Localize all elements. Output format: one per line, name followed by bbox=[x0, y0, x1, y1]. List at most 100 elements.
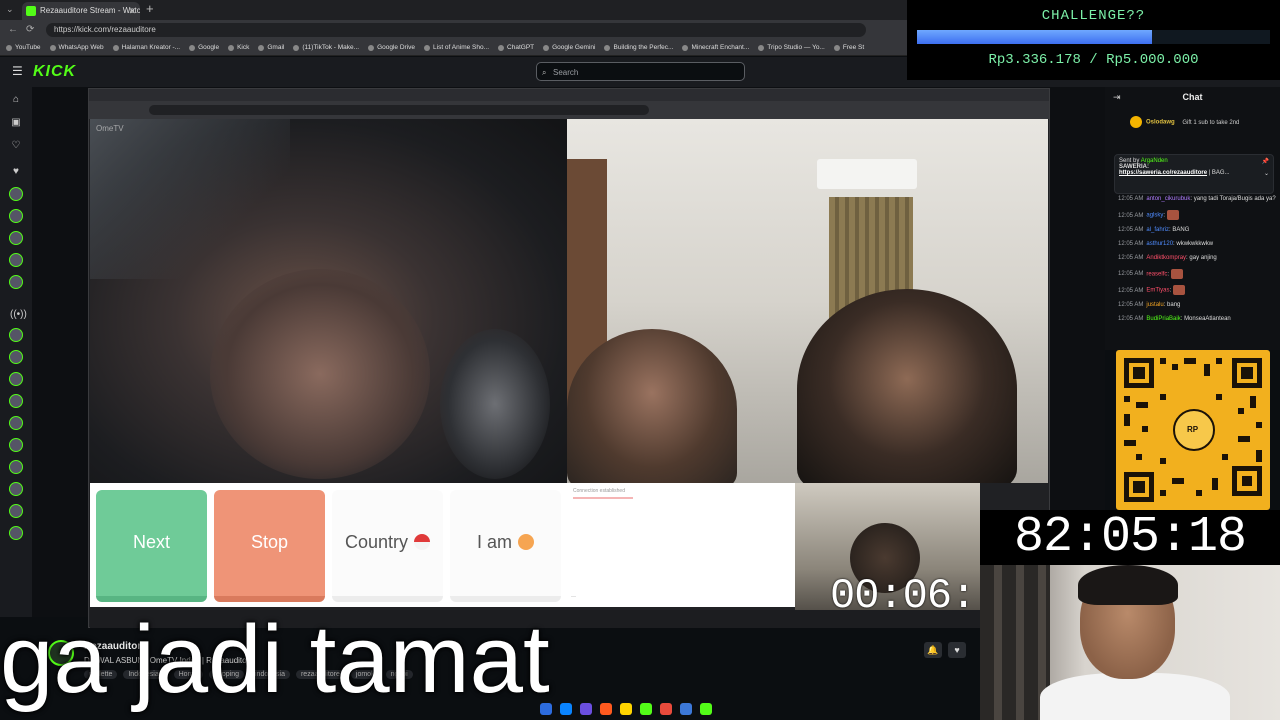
recommended-channel-avatar[interactable] bbox=[9, 482, 23, 496]
followed-channel-avatar[interactable] bbox=[9, 187, 23, 201]
chat-username[interactable]: reaselfc bbox=[1146, 271, 1167, 277]
kick-logo[interactable]: KICK bbox=[33, 63, 76, 81]
chat-username[interactable]: EmTiyas bbox=[1146, 288, 1169, 294]
windows-start-icon[interactable] bbox=[540, 703, 552, 715]
chat-username[interactable]: BudiPriaBaik bbox=[1146, 316, 1180, 322]
bookmark-item[interactable]: List of Anime Sho... bbox=[424, 44, 489, 51]
kick-app-icon[interactable] bbox=[640, 703, 652, 715]
gender-button[interactable]: I am bbox=[450, 490, 561, 602]
bookmark-item[interactable]: Kick bbox=[228, 44, 249, 51]
expand-pinned-icon[interactable]: ⌄ bbox=[1264, 170, 1269, 177]
files-icon[interactable] bbox=[620, 703, 632, 715]
streamer-facecam bbox=[980, 565, 1280, 720]
chat-text: MonseaAtlantean bbox=[1184, 315, 1231, 322]
edge-icon[interactable] bbox=[560, 703, 572, 715]
country-label: Country bbox=[344, 532, 409, 552]
pinned-message: Sent by ArgaNden 📌 SAWERIA: https://sawe… bbox=[1114, 154, 1274, 194]
gift-user[interactable]: Oslodawg bbox=[1146, 120, 1175, 126]
recommended-channel-avatar[interactable] bbox=[9, 460, 23, 474]
bookmark-item[interactable]: Google bbox=[189, 44, 219, 51]
bookmark-item[interactable]: Google Drive bbox=[368, 44, 415, 51]
bookmark-item[interactable]: Minecraft Enchant... bbox=[682, 44, 749, 51]
bookmark-item[interactable]: Free St bbox=[833, 44, 864, 51]
chat-username[interactable]: anton_cikurubuk bbox=[1146, 196, 1190, 202]
chat-username[interactable]: al_fahriz bbox=[1146, 227, 1169, 233]
chat-message: 12:05 AM aglsky: bbox=[1118, 210, 1276, 220]
recommended-channel-avatar[interactable] bbox=[9, 372, 23, 386]
indonesia-flag-icon bbox=[414, 534, 431, 550]
browse-icon[interactable]: ▣ bbox=[10, 117, 22, 129]
chat-username[interactable]: Andiktkompray bbox=[1146, 255, 1186, 261]
recommended-channel-avatar[interactable] bbox=[9, 504, 23, 518]
pin-icon[interactable]: 📌 bbox=[1262, 158, 1269, 165]
gift-banner: Oslodawg Gift 1 sub to take 2nd bbox=[1130, 116, 1275, 140]
chat-username[interactable]: asthur120 bbox=[1146, 241, 1173, 247]
chat-text: BANG bbox=[1172, 226, 1190, 233]
close-tab-icon[interactable]: ✕ bbox=[128, 2, 136, 20]
chat-message: 12:05 AM EmTiyas: bbox=[1118, 285, 1276, 296]
url-field[interactable]: https://kick.com/rezaauditore bbox=[46, 23, 866, 37]
followed-channel-avatar[interactable] bbox=[9, 231, 23, 245]
follow-heart-icon[interactable]: ♥ bbox=[948, 642, 966, 658]
recommended-channel-avatar[interactable] bbox=[9, 438, 23, 452]
bookmark-item[interactable]: WhatsApp Web bbox=[49, 44, 104, 51]
ometv-message-input[interactable]: — bbox=[571, 594, 576, 600]
chrome-icon[interactable] bbox=[660, 703, 672, 715]
notification-bell-icon[interactable]: 🔔 bbox=[924, 642, 942, 658]
search-icon: ⌕ bbox=[542, 68, 547, 77]
bookmark-label: Halaman Kreator -... bbox=[121, 44, 181, 51]
recommended-channel-avatar[interactable] bbox=[9, 526, 23, 540]
stop-button[interactable]: Stop bbox=[214, 490, 325, 602]
tab-list-icon[interactable]: ⌄ bbox=[6, 4, 14, 15]
back-icon[interactable]: ← bbox=[8, 24, 18, 35]
caption-overlay: ga jadi tamat bbox=[0, 606, 550, 713]
recommended-channel-avatar[interactable] bbox=[9, 350, 23, 364]
bookmark-item[interactable]: ChatGPT bbox=[498, 44, 534, 51]
chat-text: bang bbox=[1167, 301, 1181, 308]
bookmark-item[interactable]: YouTube bbox=[6, 44, 41, 51]
bookmark-item[interactable]: Building the Perfec... bbox=[604, 44, 673, 51]
chat-username[interactable]: justalu bbox=[1146, 302, 1163, 308]
app-icon[interactable] bbox=[580, 703, 592, 715]
followed-channel-avatar[interactable] bbox=[9, 209, 23, 223]
bookmark-label: (11)TikTok - Make... bbox=[302, 44, 360, 51]
chat-username[interactable]: aglsky bbox=[1146, 213, 1163, 219]
discord-icon[interactable] bbox=[680, 703, 692, 715]
chat-emote-icon bbox=[1172, 285, 1185, 296]
connection-status: Connection established bbox=[573, 488, 683, 506]
brave-icon[interactable] bbox=[600, 703, 612, 715]
chat-message: 12:05 AM al_fahriz: BANG bbox=[1118, 227, 1276, 235]
browser-tab[interactable]: Rezaauditore Stream - Watch ✕ bbox=[22, 2, 140, 20]
next-button[interactable]: Next bbox=[96, 490, 207, 602]
bookmark-favicon-icon bbox=[293, 44, 300, 51]
bookmark-item[interactable]: Gmail bbox=[258, 44, 284, 51]
chat-message: 12:05 AM justalu: bang bbox=[1118, 302, 1276, 310]
country-button[interactable]: Country bbox=[332, 490, 443, 602]
bookmark-label: Kick bbox=[237, 44, 250, 51]
pinned-link[interactable]: https://saweria.co/rezaauditore bbox=[1119, 170, 1207, 176]
bookmark-item[interactable]: Tripo Studio — Yo... bbox=[758, 44, 825, 51]
favorite-heart-icon: ♥ bbox=[13, 166, 19, 177]
bookmark-label: Tripo Studio — Yo... bbox=[767, 44, 825, 51]
menu-icon[interactable]: ☰ bbox=[12, 64, 23, 78]
recommended-channel-avatar[interactable] bbox=[9, 394, 23, 408]
bookmark-item[interactable]: Google Gemini bbox=[543, 44, 595, 51]
bookmark-label: WhatsApp Web bbox=[58, 44, 104, 51]
bookmark-favicon-icon bbox=[498, 44, 505, 51]
chat-emote-icon bbox=[1170, 268, 1183, 279]
recommended-channel-avatar[interactable] bbox=[9, 416, 23, 430]
following-icon[interactable]: ♡ bbox=[10, 140, 22, 152]
recommended-channel-avatar[interactable] bbox=[9, 328, 23, 342]
kick-app-icon[interactable] bbox=[700, 703, 712, 715]
search-input[interactable]: ⌕ Search bbox=[536, 62, 745, 81]
followed-channel-avatar[interactable] bbox=[9, 275, 23, 289]
followed-channel-avatar[interactable] bbox=[9, 253, 23, 267]
bookmark-label: Google Gemini bbox=[552, 44, 596, 51]
reload-icon[interactable]: ⟳ bbox=[26, 24, 34, 35]
saweria-qr-code: RP bbox=[1116, 350, 1270, 510]
new-tab-icon[interactable]: + bbox=[146, 1, 154, 16]
bookmark-item[interactable]: Halaman Kreator -... bbox=[112, 44, 181, 51]
bookmark-item[interactable]: (11)TikTok - Make... bbox=[293, 44, 359, 51]
chat-timestamp: 12:05 AM bbox=[1118, 226, 1144, 233]
home-icon[interactable]: ⌂ bbox=[10, 94, 22, 106]
